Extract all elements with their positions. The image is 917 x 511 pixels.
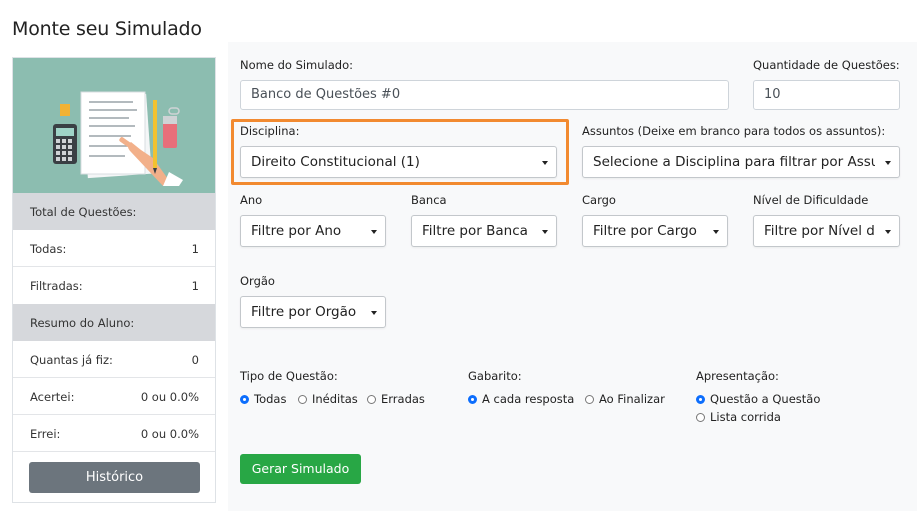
apresentacao-radio-questao[interactable]: Questão a Questão bbox=[696, 392, 820, 406]
simulado-form-panel bbox=[228, 42, 917, 511]
caret-down-icon bbox=[542, 161, 548, 165]
radio-label: Todas bbox=[254, 392, 287, 406]
orgao-select-value: Filtre por Orgão bbox=[251, 304, 357, 320]
stat-label: Filtradas: bbox=[30, 279, 83, 293]
banca-select[interactable]: Filtre por Banca bbox=[411, 215, 557, 247]
cargo-label: Cargo bbox=[582, 193, 616, 207]
radio-label: Lista corrida bbox=[710, 410, 781, 424]
banca-select-value: Filtre por Banca bbox=[422, 223, 528, 239]
total-questoes-header: Total de Questões: bbox=[13, 193, 215, 230]
orgao-label: Orgão bbox=[240, 274, 275, 288]
ano-label: Ano bbox=[240, 193, 263, 207]
nivel-dificuldade-label: Nível de Dificuldade bbox=[753, 193, 869, 207]
disciplina-label: Disciplina: bbox=[240, 124, 300, 138]
apresentacao-radio-lista[interactable]: Lista corrida bbox=[696, 410, 781, 424]
ano-select-value: Filtre por Ano bbox=[251, 223, 342, 239]
exam-illustration-image bbox=[13, 58, 215, 193]
assuntos-select-value: Selecione a Disciplina para filtrar por … bbox=[593, 154, 875, 170]
tipo-radio-erradas[interactable]: Erradas bbox=[367, 392, 425, 406]
banca-label: Banca bbox=[411, 193, 447, 207]
disciplina-select[interactable]: Direito Constitucional (1) bbox=[240, 146, 557, 178]
page-title: Monte seu Simulado bbox=[12, 18, 202, 40]
assuntos-label: Assuntos (Deixe em branco para todos os … bbox=[582, 124, 886, 138]
tipo-radio-todas[interactable]: Todas bbox=[240, 392, 286, 406]
radio-checked-icon bbox=[468, 394, 477, 404]
radio-unchecked-icon bbox=[585, 394, 594, 404]
gerar-simulado-button[interactable]: Gerar Simulado bbox=[240, 454, 361, 484]
stat-row-filtradas: Filtradas: 1 bbox=[13, 267, 215, 304]
orgao-select[interactable]: Filtre por Orgão bbox=[240, 296, 386, 328]
radio-label: Inéditas bbox=[312, 392, 358, 406]
radio-checked-icon bbox=[696, 394, 705, 404]
radio-label: Ao Finalizar bbox=[599, 392, 665, 406]
radio-label: Erradas bbox=[381, 392, 425, 406]
exam-illustration bbox=[13, 58, 215, 193]
ano-select[interactable]: Filtre por Ano bbox=[240, 215, 386, 247]
tipo-questao-label: Tipo de Questão: bbox=[240, 369, 338, 383]
nome-simulado-input[interactable]: Banco de Questões #0 bbox=[240, 80, 729, 110]
disciplina-select-value: Direito Constitucional (1) bbox=[251, 154, 420, 170]
gabarito-label: Gabarito: bbox=[468, 369, 522, 383]
stat-row-quantas: Quantas já fiz: 0 bbox=[13, 341, 215, 378]
stat-value: 1 bbox=[191, 242, 199, 256]
caret-down-icon bbox=[371, 311, 377, 315]
stat-label: Todas: bbox=[30, 242, 67, 256]
historico-button[interactable]: Histórico bbox=[29, 462, 200, 493]
apresentacao-label: Apresentação: bbox=[696, 369, 779, 383]
radio-checked-icon bbox=[240, 394, 249, 404]
stat-value: 0 ou 0.0% bbox=[140, 427, 199, 441]
stat-value: 0 ou 0.0% bbox=[140, 390, 199, 404]
assuntos-select[interactable]: Selecione a Disciplina para filtrar por … bbox=[582, 146, 900, 178]
cargo-select-value: Filtre por Cargo bbox=[593, 223, 697, 239]
stat-label: Quantas já fiz: bbox=[30, 353, 113, 367]
nome-simulado-label: Nome do Simulado: bbox=[240, 58, 354, 72]
caret-down-icon bbox=[885, 230, 891, 234]
quantidade-questoes-label: Quantidade de Questões: bbox=[753, 58, 900, 72]
radio-label: A cada resposta bbox=[482, 392, 575, 406]
quantidade-questoes-input[interactable]: 10 bbox=[753, 80, 900, 110]
stat-row-todas: Todas: 1 bbox=[13, 230, 215, 267]
caret-down-icon bbox=[542, 230, 548, 234]
stat-value: 1 bbox=[191, 279, 199, 293]
caret-down-icon bbox=[885, 161, 891, 165]
gabarito-radio-cada-resposta[interactable]: A cada resposta bbox=[468, 392, 574, 406]
tipo-radio-ineditas[interactable]: Inéditas bbox=[298, 392, 358, 406]
caret-down-icon bbox=[371, 230, 377, 234]
sidebar-summary: Total de Questões: Todas: 1 Filtradas: 1… bbox=[12, 57, 216, 503]
gabarito-radio-ao-finalizar[interactable]: Ao Finalizar bbox=[585, 392, 665, 406]
radio-label: Questão a Questão bbox=[710, 392, 821, 406]
stat-label: Errei: bbox=[30, 427, 61, 441]
nivel-dificuldade-select-value: Filtre por Nível de Dificuldade bbox=[764, 223, 875, 239]
caret-down-icon bbox=[713, 230, 719, 234]
stat-value: 0 bbox=[191, 353, 199, 367]
stat-row-errei: Errei: 0 ou 0.0% bbox=[13, 415, 215, 452]
resumo-aluno-header: Resumo do Aluno: bbox=[13, 304, 215, 341]
stat-row-acertei: Acertei: 0 ou 0.0% bbox=[13, 378, 215, 415]
radio-unchecked-icon bbox=[367, 394, 376, 404]
cargo-select[interactable]: Filtre por Cargo bbox=[582, 215, 728, 247]
stat-label: Acertei: bbox=[30, 390, 75, 404]
radio-unchecked-icon bbox=[696, 412, 705, 422]
radio-unchecked-icon bbox=[298, 394, 307, 404]
nivel-dificuldade-select[interactable]: Filtre por Nível de Dificuldade bbox=[753, 215, 900, 247]
